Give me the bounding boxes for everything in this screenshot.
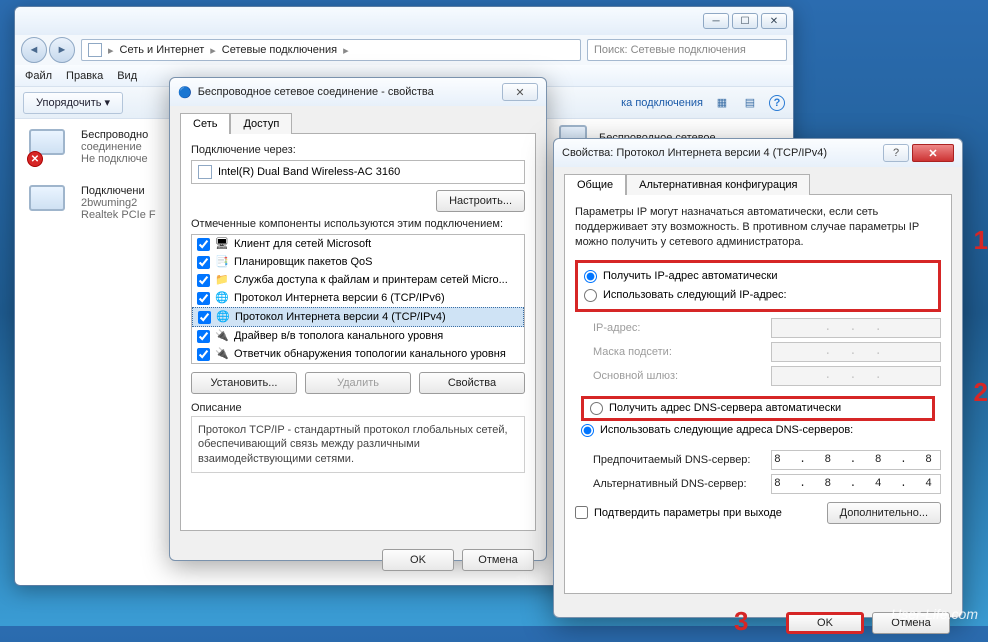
breadcrumb-item[interactable]: Сетевые подключения	[222, 44, 337, 56]
description-label: Описание	[191, 402, 525, 414]
view-icon[interactable]: ▤	[741, 94, 759, 112]
tab-access[interactable]: Доступ	[230, 113, 292, 134]
breadcrumb-item[interactable]: Сеть и Интернет	[120, 44, 205, 56]
tab-row: Общие Альтернативная конфигурация	[554, 167, 962, 194]
tab-panel: Параметры IP могут назначаться автоматич…	[564, 194, 952, 594]
help-icon[interactable]: ?	[769, 95, 785, 111]
ok-button[interactable]: OK	[786, 612, 864, 634]
help-button[interactable]: ?	[883, 144, 909, 162]
components-list[interactable]: 🖥Клиент для сетей Microsoft 📑Планировщик…	[191, 234, 525, 364]
responder-icon: 🔌	[215, 347, 229, 361]
annotation-3: 3	[734, 606, 748, 637]
watermark: User-Life.com	[891, 606, 978, 622]
adapter-icon: 🔵	[178, 86, 192, 99]
ip-fields: IP-адрес:. . . Маска подсети:. . . Основ…	[593, 318, 941, 386]
minimize-button[interactable]: ─	[703, 13, 729, 29]
organize-button[interactable]: Упорядочить ▾	[23, 92, 123, 114]
configure-button[interactable]: Настроить...	[436, 190, 525, 212]
validate-checkbox-row[interactable]: Подтвердить параметры при выходе	[575, 506, 782, 519]
radio-auto-ip[interactable]: Получить IP-адрес автоматически	[584, 267, 932, 286]
view-icon[interactable]: ▦	[713, 94, 731, 112]
preferred-dns-input[interactable]: 8 . 8 . 8 . 8	[771, 450, 941, 470]
dialog-titlebar: Свойства: Протокол Интернета версии 4 (T…	[554, 139, 962, 167]
advanced-button[interactable]: Дополнительно...	[827, 502, 941, 524]
ok-button[interactable]: OK	[382, 549, 454, 571]
component-item[interactable]: 📁Служба доступа к файлам и принтерам сет…	[192, 271, 524, 289]
folder-icon	[88, 43, 102, 57]
protocol-icon: 🌐	[215, 291, 229, 305]
search-placeholder: Поиск: Сетевые подключения	[594, 44, 746, 56]
tab-general[interactable]: Общие	[564, 174, 626, 195]
description-text: Протокол TCP/IP - стандартный протокол г…	[191, 416, 525, 473]
component-checkbox[interactable]	[197, 238, 210, 251]
close-button[interactable]: ✕	[912, 144, 954, 162]
info-text: Параметры IP могут назначаться автоматич…	[575, 205, 941, 250]
ip-address-input: . . .	[771, 318, 941, 338]
component-item[interactable]: 📑Планировщик пакетов QoS	[192, 253, 524, 271]
close-button[interactable]: ✕	[761, 13, 787, 29]
remove-button: Удалить	[305, 372, 411, 394]
annotation-1: 1	[974, 225, 988, 256]
driver-icon: 🔌	[215, 329, 229, 343]
cancel-button[interactable]: Отмена	[462, 549, 534, 571]
menu-edit[interactable]: Правка	[66, 70, 103, 82]
connect-via-label: Подключение через:	[191, 144, 525, 156]
component-checkbox[interactable]	[197, 292, 210, 305]
adapter-box: Intel(R) Dual Band Wireless-AC 3160	[191, 160, 525, 184]
tab-network[interactable]: Сеть	[180, 113, 230, 134]
components-label: Отмеченные компоненты используются этим …	[191, 218, 525, 230]
component-checkbox[interactable]	[197, 274, 210, 287]
search-input[interactable]: Поиск: Сетевые подключения	[587, 39, 787, 61]
qos-icon: 📑	[215, 255, 229, 269]
component-item-ipv4[interactable]: 🌐Протокол Интернета версии 4 (TCP/IPv4)	[192, 307, 524, 327]
subnet-mask-input: . . .	[771, 342, 941, 362]
radio-input[interactable]	[584, 289, 597, 302]
close-button[interactable]: ✕	[502, 83, 538, 101]
alternate-dns-input[interactable]: 8 . 8 . 4 . 4	[771, 474, 941, 494]
adapter-icon	[198, 165, 212, 179]
client-icon: 🖥	[215, 237, 229, 251]
component-checkbox[interactable]	[197, 256, 210, 269]
component-item[interactable]: 🔌Драйвер в/в тополога канального уровня	[192, 327, 524, 345]
radio-auto-dns[interactable]: Получить адрес DNS-сервера автоматически	[581, 396, 935, 421]
explorer-titlebar: ─ ☐ ✕	[15, 7, 793, 35]
tab-panel: Подключение через: Intel(R) Dual Band Wi…	[180, 133, 536, 531]
radio-input[interactable]	[584, 270, 597, 283]
install-button[interactable]: Установить...	[191, 372, 297, 394]
menu-file[interactable]: Файл	[25, 70, 52, 82]
adapter-properties-dialog: 🔵Беспроводное сетевое соединение - свойс…	[169, 77, 547, 561]
back-button[interactable]: ◄	[21, 37, 47, 63]
annotation-2: 2	[974, 377, 988, 408]
radio-manual-dns[interactable]: Использовать следующие адреса DNS-сервер…	[581, 421, 935, 440]
component-item[interactable]: 🌐Протокол Интернета версии 6 (TCP/IPv6)	[192, 289, 524, 307]
tab-row: Сеть Доступ	[170, 106, 546, 133]
dns-mode-group: Получить адрес DNS-сервера автоматически…	[575, 392, 941, 444]
component-checkbox[interactable]	[198, 311, 211, 324]
validate-checkbox[interactable]	[575, 506, 588, 519]
address-row: ◄ ► ▸ Сеть и Интернет ▸ Сетевые подключе…	[15, 35, 793, 65]
gateway-input: . . .	[771, 366, 941, 386]
component-item[interactable]: 🖥Клиент для сетей Microsoft	[192, 235, 524, 253]
ipv4-properties-dialog: Свойства: Протокол Интернета версии 4 (T…	[553, 138, 963, 618]
toolbar-link[interactable]: ка подключения	[621, 97, 703, 109]
tab-alt-config[interactable]: Альтернативная конфигурация	[626, 174, 810, 195]
component-checkbox[interactable]	[197, 348, 210, 361]
radio-input[interactable]	[590, 402, 603, 415]
component-checkbox[interactable]	[197, 330, 210, 343]
address-bar[interactable]: ▸ Сеть и Интернет ▸ Сетевые подключения …	[81, 39, 581, 61]
protocol-icon: 🌐	[216, 310, 230, 324]
radio-input[interactable]	[581, 424, 594, 437]
error-icon: ✕	[27, 151, 43, 167]
properties-button[interactable]: Свойства	[419, 372, 525, 394]
ip-mode-group: Получить IP-адрес автоматически Использо…	[575, 260, 941, 312]
dialog-titlebar: 🔵Беспроводное сетевое соединение - свойс…	[170, 78, 546, 106]
dialog-footer: OK Отмена	[170, 541, 546, 579]
forward-button[interactable]: ►	[49, 37, 75, 63]
maximize-button[interactable]: ☐	[732, 13, 758, 29]
menu-view[interactable]: Вид	[117, 70, 137, 82]
radio-manual-ip[interactable]: Использовать следующий IP-адрес:	[584, 286, 932, 305]
component-item[interactable]: 🔌Ответчик обнаружения топологии канально…	[192, 345, 524, 363]
dns-fields: Предпочитаемый DNS-сервер:8 . 8 . 8 . 8 …	[593, 450, 941, 494]
share-icon: 📁	[215, 273, 229, 287]
